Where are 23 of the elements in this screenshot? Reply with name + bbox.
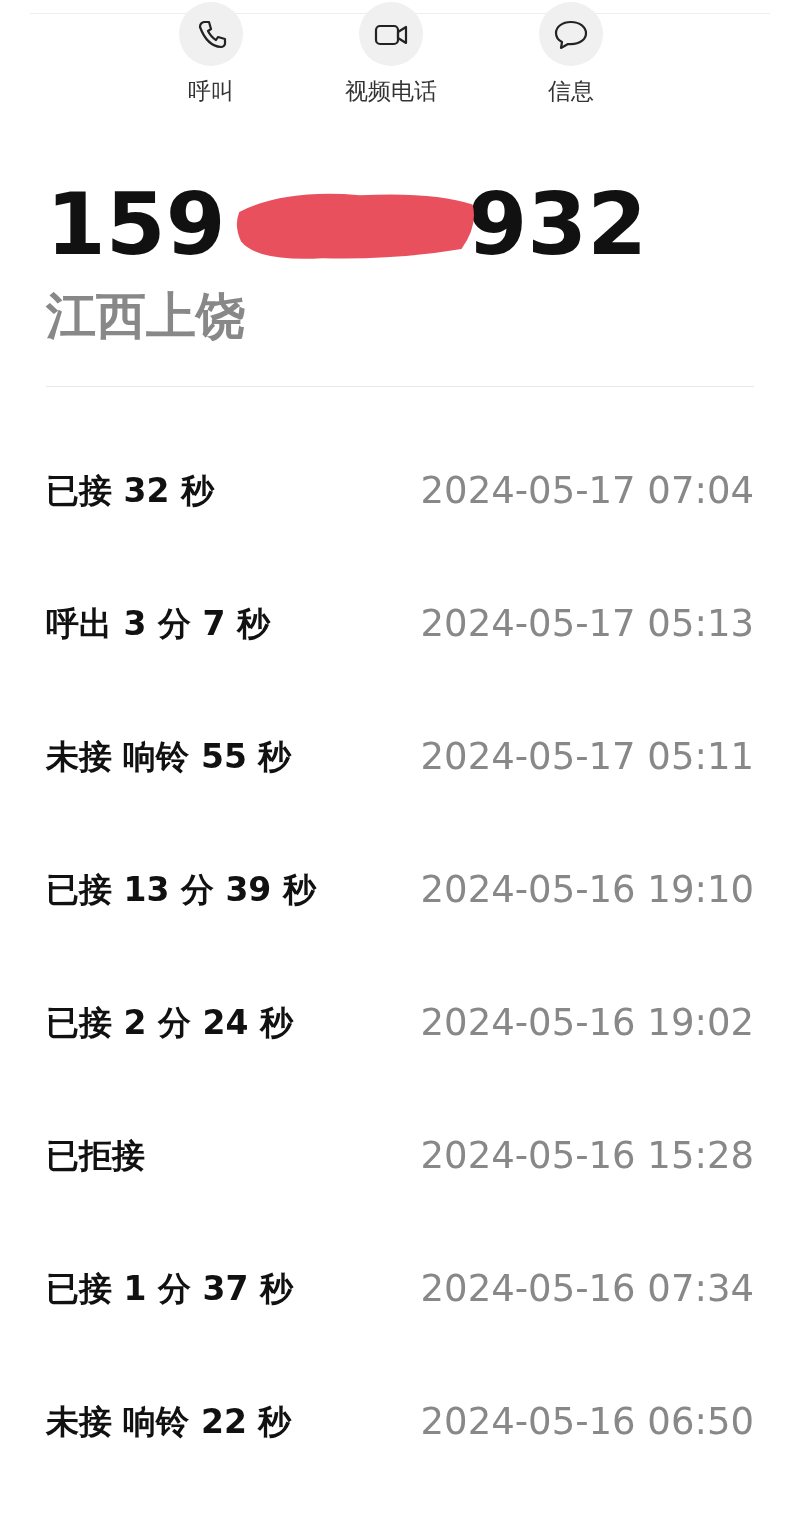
call-summary: 未接 响铃 55 秒 [46,736,292,779]
call-time: 2024-05-17 07:04 [420,468,754,515]
call-time: 2024-05-17 05:11 [420,734,754,781]
video-call-button[interactable]: 视频电话 [341,2,441,109]
phone-number-start: 159 [46,180,226,267]
call-time: 2024-05-16 15:28 [420,1133,754,1180]
location-text: 江西上饶 [46,285,247,347]
call-summary: 已接 2 分 24 秒 [46,1002,293,1045]
call-summary: 呼出 3 分 7 秒 [46,603,270,646]
call-summary: 已接 32 秒 [46,470,214,513]
phone-number-end: 932 [467,180,648,267]
call-summary: 已拒接 [46,1135,145,1178]
call-time: 2024-05-16 06:50 [420,1399,754,1446]
call-time: 2024-05-16 07:34 [420,1266,754,1313]
message-button[interactable]: 信息 [521,2,621,109]
call-time: 2024-05-17 05:13 [420,601,754,648]
call-button[interactable]: 呼叫 [161,2,261,109]
chat-bubble-icon [554,18,588,52]
call-summary: 未接 响铃 22 秒 [46,1401,292,1444]
call-time: 2024-05-16 19:02 [420,1000,754,1047]
call-time: 2024-05-16 19:10 [420,867,754,914]
call-summary: 已接 13 分 39 秒 [46,869,316,912]
call-summary: 已接 1 分 37 秒 [46,1268,293,1311]
